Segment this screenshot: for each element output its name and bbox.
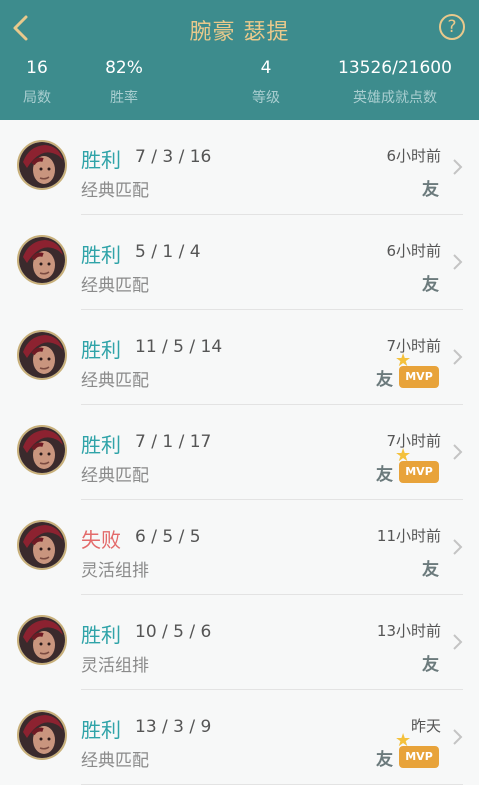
mvp-badge-icon: ★ MVP [395, 732, 439, 768]
match-result: 胜利 [81, 148, 121, 172]
match-kda: 11 / 5 / 14 [135, 337, 223, 357]
match-badges: 友 ★ MVP [376, 447, 439, 485]
mvp-label: MVP [405, 370, 433, 383]
friend-badge-icon: 友 [422, 654, 439, 675]
match-kda: 7 / 1 / 17 [135, 432, 212, 452]
star-icon: ★ [395, 730, 412, 751]
star-icon: ★ [395, 350, 412, 371]
chevron-right-icon[interactable] [451, 157, 463, 177]
stat-value: 13526/21600 [338, 58, 452, 78]
help-icon[interactable]: ? [439, 14, 465, 40]
chevron-right-icon[interactable] [451, 252, 463, 272]
champion-avatar [17, 140, 67, 190]
friend-badge-icon: 友 [422, 274, 439, 295]
mvp-label: MVP [405, 750, 433, 763]
header-bar: 腕豪 瑟提 ? 16 局数 82% 胜率 4 等级 13526/21600 英雄… [0, 0, 479, 120]
chevron-right-icon[interactable] [451, 537, 463, 557]
match-badges: 友 ★ MVP [376, 352, 439, 390]
stat-label: 等级 [252, 90, 280, 106]
champion-avatar [17, 235, 67, 285]
match-mode: 经典匹配 [81, 751, 149, 771]
match-badges: 友 [422, 554, 439, 580]
stat-value: 16 [26, 58, 48, 78]
mvp-label: MVP [405, 465, 433, 478]
champion-avatar [17, 425, 67, 475]
match-badges: 友 [422, 269, 439, 295]
match-kda: 13 / 3 / 9 [135, 717, 212, 737]
champion-avatar [17, 520, 67, 570]
match-result: 胜利 [81, 718, 121, 742]
match-result: 胜利 [81, 243, 121, 267]
match-mode: 灵活组排 [81, 561, 149, 581]
stat-value: 82% [105, 58, 143, 78]
champion-avatar [17, 615, 67, 665]
match-mode: 经典匹配 [81, 181, 149, 201]
match-result: 胜利 [81, 433, 121, 457]
match-badges: 友 ★ MVP [376, 732, 439, 770]
match-kda: 6 / 5 / 5 [135, 527, 201, 547]
mvp-badge-icon: ★ MVP [395, 352, 439, 388]
match-row[interactable]: 失败 6 / 5 / 5 灵活组排 11小时前 友 [0, 500, 479, 595]
friend-badge-icon: 友 [376, 369, 393, 390]
match-row[interactable]: 胜利 13 / 3 / 9 经典匹配 昨天 友 ★ MVP [0, 690, 479, 785]
stat-achievement-points: 13526/21600 英雄成就点数 [330, 58, 460, 107]
friend-badge-icon: 友 [376, 749, 393, 770]
match-time: 6小时前 [386, 147, 441, 165]
star-icon: ★ [395, 445, 412, 466]
stat-value: 4 [260, 58, 272, 78]
match-result: 胜利 [81, 338, 121, 362]
match-time: 11小时前 [376, 527, 441, 545]
match-kda: 10 / 5 / 6 [135, 622, 212, 642]
stat-winrate: 82% 胜率 [96, 58, 152, 107]
chevron-right-icon[interactable] [451, 632, 463, 652]
champion-avatar [17, 330, 67, 380]
match-kda: 7 / 3 / 16 [135, 147, 212, 167]
chevron-right-icon[interactable] [451, 347, 463, 367]
match-kda: 5 / 1 / 4 [135, 242, 201, 262]
match-row[interactable]: 胜利 10 / 5 / 6 灵活组排 13小时前 友 [0, 595, 479, 690]
friend-badge-icon: 友 [376, 464, 393, 485]
match-row[interactable]: 胜利 7 / 1 / 17 经典匹配 7小时前 友 ★ MVP [0, 405, 479, 500]
match-time: 6小时前 [386, 242, 441, 260]
match-row[interactable]: 胜利 5 / 1 / 4 经典匹配 6小时前 友 [0, 215, 479, 310]
match-time: 昨天 [410, 717, 441, 735]
stat-label: 局数 [23, 90, 51, 106]
page-title: 腕豪 瑟提 [189, 20, 290, 45]
stat-games: 16 局数 [15, 58, 59, 107]
stat-label: 英雄成就点数 [353, 90, 437, 106]
match-row[interactable]: 胜利 11 / 5 / 14 经典匹配 7小时前 友 ★ MVP [0, 310, 479, 405]
chevron-right-icon[interactable] [451, 442, 463, 462]
match-row[interactable]: 胜利 7 / 3 / 16 经典匹配 6小时前 友 [0, 120, 479, 215]
match-mode: 经典匹配 [81, 371, 149, 391]
match-result: 胜利 [81, 623, 121, 647]
stat-label: 胜率 [110, 90, 138, 106]
chevron-right-icon[interactable] [451, 727, 463, 747]
match-mode: 灵活组排 [81, 656, 149, 676]
stat-level: 4 等级 [236, 58, 296, 107]
match-badges: 友 [422, 174, 439, 200]
match-result: 失败 [81, 528, 121, 552]
mvp-badge-icon: ★ MVP [395, 447, 439, 483]
friend-badge-icon: 友 [422, 179, 439, 200]
friend-badge-icon: 友 [422, 559, 439, 580]
match-mode: 经典匹配 [81, 466, 149, 486]
champion-avatar [17, 710, 67, 760]
match-time: 13小时前 [376, 622, 441, 640]
match-mode: 经典匹配 [81, 276, 149, 296]
match-badges: 友 [422, 649, 439, 675]
